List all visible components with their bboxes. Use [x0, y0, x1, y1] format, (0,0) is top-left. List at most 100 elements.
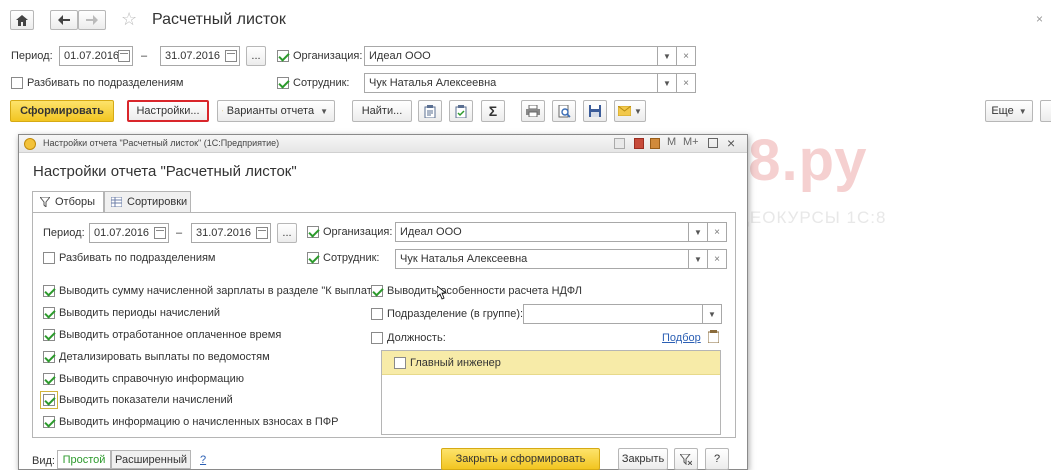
back-button[interactable] [50, 10, 78, 30]
chevron-down-icon: ▼ [1018, 106, 1027, 116]
view-simple-tab[interactable]: Простой [57, 450, 111, 469]
period-select-button[interactable]: ... [246, 46, 266, 66]
home-button[interactable] [10, 10, 34, 30]
help-button-main[interactable] [1040, 100, 1051, 122]
chevron-down-icon: ▼ [708, 309, 716, 319]
print-button[interactable] [521, 100, 545, 122]
arrow-left-icon [58, 15, 70, 25]
maximize-icon[interactable]: M+ [683, 136, 699, 148]
option-label: Выводить периоды начислений [59, 307, 221, 319]
copy-button[interactable] [418, 100, 442, 122]
option-label: Детализировать выплаты по ведомостям [59, 351, 270, 363]
dialog-period-from-input[interactable]: 01.07.2016 [89, 223, 169, 243]
close-icon: × [683, 77, 689, 89]
org-checkbox[interactable] [277, 50, 289, 62]
dialog-org-input[interactable]: Идеал ООО [395, 222, 689, 242]
position-checkbox[interactable] [371, 332, 383, 344]
clipboard-check-icon [455, 104, 467, 118]
view-help-link[interactable]: ? [200, 454, 206, 466]
ndfl-checkbox[interactable] [371, 285, 383, 297]
option-checkbox[interactable] [43, 394, 55, 406]
dialog-emp-dropdown-button[interactable]: ▼ [688, 249, 708, 269]
view-extended-tab[interactable]: Расширенный [111, 450, 191, 469]
calendar-icon[interactable] [154, 227, 166, 239]
option-checkbox[interactable] [43, 285, 55, 297]
org-input[interactable]: Идеал ООО [364, 46, 658, 66]
window-close-icon[interactable]: × [1036, 12, 1043, 26]
position-list[interactable]: Главный инженер [381, 350, 721, 435]
tab-sorting[interactable]: Сортировки [104, 191, 191, 212]
option-checkbox[interactable] [43, 307, 55, 319]
preview-button[interactable] [552, 100, 576, 122]
pin-icon[interactable]: M [667, 136, 676, 148]
more-button[interactable]: Еще ▼ [985, 100, 1033, 122]
org-dropdown-button[interactable]: ▼ [657, 46, 677, 66]
list-item[interactable]: Главный инженер [382, 351, 720, 375]
list-item-checkbox[interactable] [394, 357, 406, 369]
home-icon [16, 14, 28, 26]
clipboard-list-icon[interactable] [708, 330, 719, 343]
close-and-generate-button[interactable]: Закрыть и сформировать [441, 448, 600, 470]
calendar-icon[interactable] [118, 50, 130, 62]
dialog-help-button[interactable]: ? [705, 448, 729, 470]
dept-dropdown-button[interactable]: ▼ [702, 304, 722, 324]
dialog-period-select-button[interactable]: ... [277, 223, 297, 243]
variants-icon [222, 110, 223, 112]
send-email-button[interactable]: ▼ [614, 100, 646, 122]
paste-button[interactable] [449, 100, 473, 122]
org-label: Организация: [293, 50, 363, 62]
filter-settings-button[interactable] [674, 448, 698, 470]
find-button[interactable]: Найти... [352, 100, 412, 122]
forward-button[interactable] [78, 10, 106, 30]
printer-icon [526, 105, 540, 117]
emp-clear-button[interactable]: × [676, 73, 696, 93]
print-preview-icon [558, 104, 571, 118]
position-label: Должность: [387, 332, 446, 344]
split-label: Разбивать по подразделениям [27, 77, 184, 89]
dept-checkbox[interactable] [371, 308, 383, 320]
emp-checkbox[interactable] [277, 77, 289, 89]
tab-filters[interactable]: Отборы [32, 191, 104, 212]
generate-button[interactable]: Сформировать [10, 100, 114, 122]
sum-button[interactable]: Σ [481, 100, 505, 122]
option-checkbox[interactable] [43, 329, 55, 341]
emp-input[interactable]: Чук Наталья Алексеевна [364, 73, 658, 93]
period-from-input[interactable]: 01.07.2016 [59, 46, 133, 66]
option-checkbox[interactable] [43, 373, 55, 385]
report-variants-button[interactable]: Варианты отчета ▼ [217, 100, 335, 122]
dept-input[interactable] [523, 304, 703, 324]
restore-icon[interactable] [708, 138, 718, 148]
split-checkbox[interactable] [11, 77, 23, 89]
window-menu-icon[interactable] [614, 138, 625, 149]
doc-icon[interactable] [634, 138, 644, 149]
pick-link[interactable]: Подбор [662, 332, 701, 344]
dialog-emp-input[interactable]: Чук Наталья Алексеевна [395, 249, 689, 269]
calendar-tool-icon[interactable] [650, 138, 660, 149]
dialog-emp-clear-button[interactable]: × [707, 249, 727, 269]
sort-icon [111, 197, 122, 207]
dialog-period-to-input[interactable]: 31.07.2016 [191, 223, 271, 243]
list-item-label: Главный инженер [410, 357, 501, 369]
chevron-down-icon: ▼ [663, 78, 671, 88]
dialog-emp-checkbox[interactable] [307, 252, 319, 264]
favorite-star-icon[interactable]: ☆ [121, 9, 137, 29]
dialog-split-checkbox[interactable] [43, 252, 55, 264]
dialog-title: Настройки отчета "Расчетный листок" [33, 163, 297, 180]
calendar-icon[interactable] [225, 50, 237, 62]
org-clear-button[interactable]: × [676, 46, 696, 66]
dialog-org-clear-button[interactable]: × [707, 222, 727, 242]
filter-icon [680, 453, 692, 465]
close-button[interactable]: Закрыть [618, 448, 668, 470]
chevron-down-icon: ▼ [320, 106, 328, 116]
calendar-icon[interactable] [256, 227, 268, 239]
emp-dropdown-button[interactable]: ▼ [657, 73, 677, 93]
dialog-org-dropdown-button[interactable]: ▼ [688, 222, 708, 242]
save-button[interactable] [583, 100, 607, 122]
settings-button[interactable]: Настройки... [127, 100, 209, 122]
option-checkbox[interactable] [43, 351, 55, 363]
option-checkbox[interactable] [43, 416, 55, 428]
period-to-input[interactable]: 31.07.2016 [160, 46, 240, 66]
dialog-org-checkbox[interactable] [307, 226, 319, 238]
view-label: Вид: [32, 455, 55, 467]
dialog-close-icon[interactable]: × [727, 135, 735, 151]
